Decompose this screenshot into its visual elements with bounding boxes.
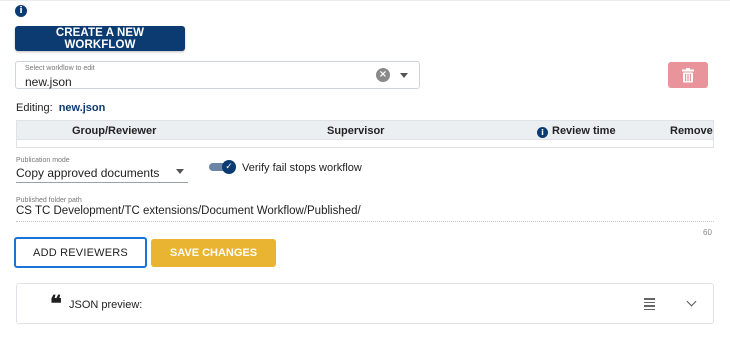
publication-mode-value: Copy approved documents	[16, 166, 160, 180]
col-review-time-label: Review time	[552, 125, 616, 137]
chevron-down-icon[interactable]	[176, 169, 184, 174]
verify-fail-toggle[interactable]: ✓	[209, 160, 236, 174]
editing-filename: new.json	[58, 102, 106, 114]
save-changes-button[interactable]: SAVE CHANGES	[151, 239, 276, 267]
trash-icon	[682, 68, 694, 83]
workflow-select-label: Select workflow to edit	[25, 65, 95, 72]
publication-mode-label: Publication mode	[16, 157, 70, 164]
info-icon[interactable]: i	[537, 127, 548, 138]
top-divider	[0, 0, 730, 1]
reviewers-table-header: Group/Reviewer Supervisor i Review time R…	[16, 120, 714, 140]
workflow-select[interactable]: Select workflow to edit new.json ×	[15, 61, 420, 89]
verify-fail-label: Verify fail stops workflow	[242, 162, 362, 174]
editing-indicator: Editing: new.json	[16, 102, 105, 114]
check-icon: ✓	[222, 160, 236, 174]
col-group-reviewer: Group/Reviewer	[72, 125, 157, 137]
lines-icon[interactable]	[644, 298, 655, 312]
char-counter: 60	[703, 228, 712, 237]
quote-icon: ❝	[50, 291, 62, 317]
published-folder-field[interactable]: Published folder path CS TC Development/…	[16, 197, 714, 222]
add-reviewers-button[interactable]: ADD REVIEWERS	[14, 237, 147, 268]
editing-label: Editing:	[16, 102, 53, 114]
published-folder-label: Published folder path	[16, 197, 82, 204]
json-preview-label: JSON preview:	[69, 299, 143, 311]
col-remove: Remove	[670, 125, 713, 137]
workflow-select-value: new.json	[25, 75, 72, 89]
chevron-down-icon[interactable]	[400, 73, 408, 78]
chevron-down-icon[interactable]	[686, 296, 697, 307]
publication-mode-select[interactable]: Publication mode Copy approved documents	[16, 157, 188, 183]
col-supervisor: Supervisor	[327, 125, 385, 137]
delete-workflow-button[interactable]	[668, 62, 708, 88]
info-icon[interactable]: i	[15, 5, 27, 17]
col-review-time: i Review time	[537, 125, 616, 138]
json-preview-panel[interactable]: ❝ JSON preview:	[16, 283, 714, 324]
clear-icon[interactable]: ×	[376, 68, 390, 82]
create-workflow-button[interactable]: CREATE A NEW WORKFLOW	[15, 26, 185, 51]
published-folder-value: CS TC Development/TC extensions/Document…	[16, 205, 361, 217]
reviewers-table-body	[16, 140, 714, 148]
